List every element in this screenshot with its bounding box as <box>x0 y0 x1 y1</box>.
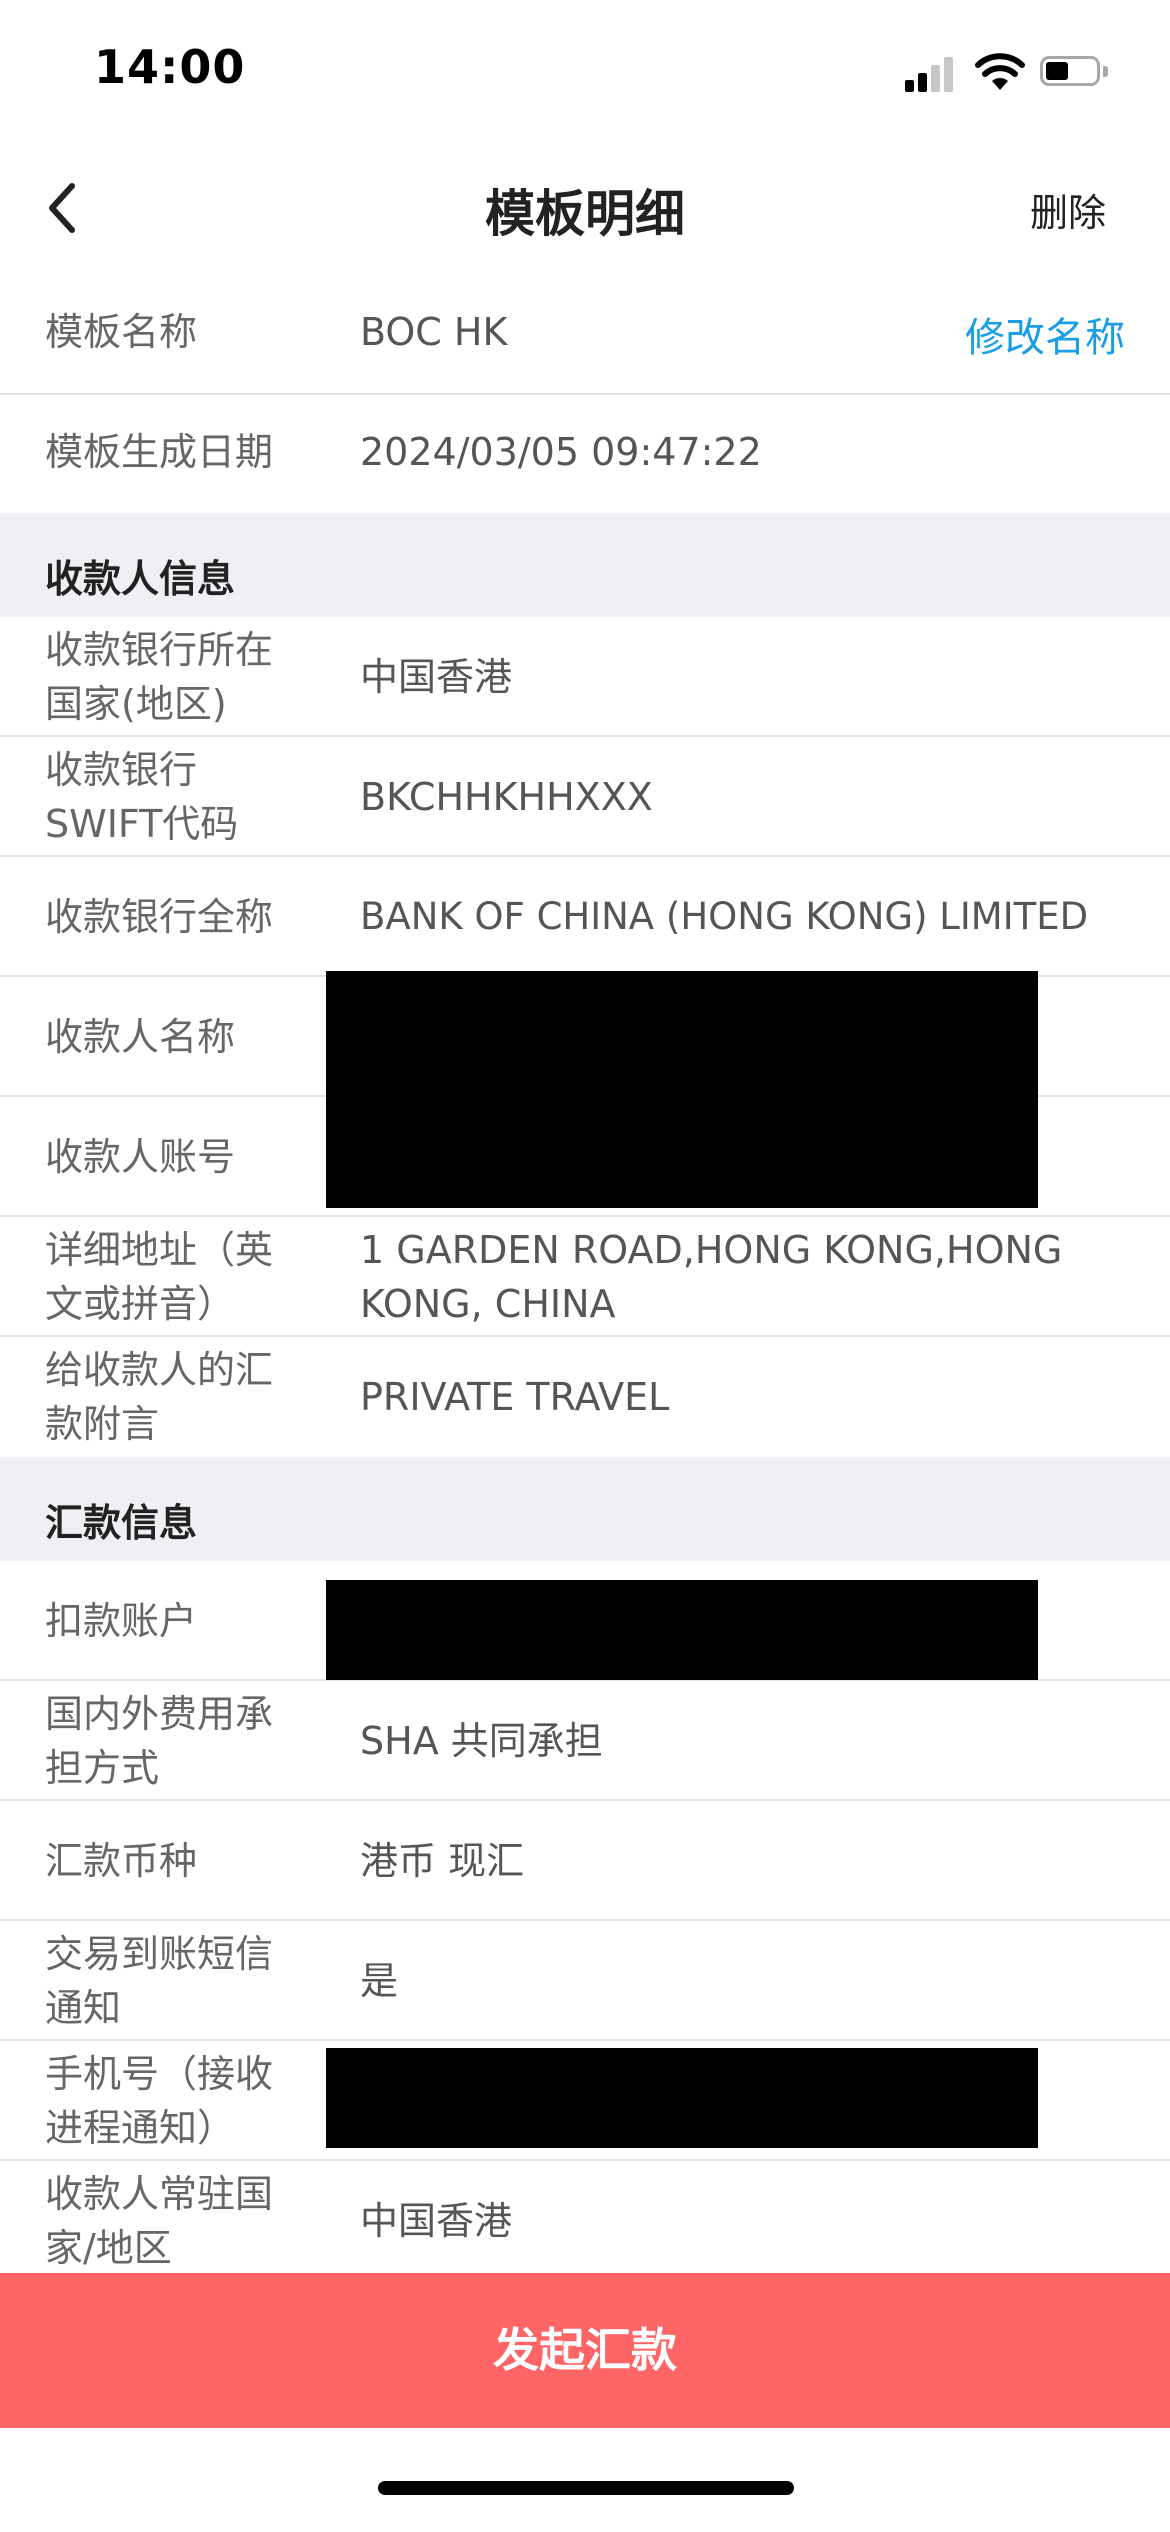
payee-bank-name-row: 收款银行全称 BANK OF CHINA (HONG KONG) LIMITED <box>0 857 1170 977</box>
row-value: BKCHHKHHXXX <box>360 775 653 819</box>
status-bar: 14:00 <box>0 0 1170 150</box>
payee-bank-country-row: 收款银行所在国家(地区) 中国香港 <box>0 617 1170 737</box>
rename-button[interactable]: 修改名称 <box>965 305 1125 363</box>
payee-address-row: 详细地址（英文或拼音） 1 GARDEN ROAD,HONG KONG,HONG… <box>0 1217 1170 1337</box>
remit-section-title: 汇款信息 <box>45 1501 198 1545</box>
row-value: PRIVATE TRAVEL <box>360 1375 670 1419</box>
template-name-row: 模板名称 BOC HK 修改名称 <box>0 275 1170 395</box>
wifi-icon <box>975 53 1025 90</box>
row-label: 收款人常驻国家/地区 <box>45 2172 274 2270</box>
nav-bar: 模板明细 删除 <box>0 150 1170 265</box>
row-value: 中国香港 <box>360 655 513 699</box>
template-name-label: 模板名称 <box>45 310 198 354</box>
row-label: 详细地址（英文或拼音） <box>45 1228 274 1326</box>
start-remittance-button[interactable]: 发起汇款 <box>0 2273 1170 2428</box>
redacted-block <box>326 971 1038 1208</box>
row-label: 汇款币种 <box>45 1839 198 1883</box>
row-value: 中国香港 <box>360 2199 513 2243</box>
row-label: 给收款人的汇款附言 <box>45 1348 274 1446</box>
row-label: 国内外费用承担方式 <box>45 1692 274 1790</box>
status-time: 14:00 <box>94 40 246 94</box>
row-label: 收款银行所在国家(地区) <box>45 628 274 726</box>
payee-residence-row: 收款人常驻国家/地区 中国香港 <box>0 2161 1170 2281</box>
row-label: 收款银行SWIFT代码 <box>45 748 239 846</box>
template-date-row: 模板生成日期 2024/03/05 09:47:22 <box>0 395 1170 513</box>
row-label: 交易到账短信通知 <box>45 1932 274 2030</box>
sms-notice-row: 交易到账短信通知 是 <box>0 1921 1170 2041</box>
redacted-block <box>326 2048 1038 2148</box>
fee-bearer-row: 国内外费用承担方式 SHA 共同承担 <box>0 1681 1170 1801</box>
template-name-value: BOC HK <box>360 310 508 354</box>
delete-button[interactable]: 删除 <box>1030 182 1106 237</box>
row-label: 收款银行全称 <box>45 895 274 939</box>
row-label: 手机号（接收进程通知） <box>45 2052 274 2150</box>
row-label: 收款人名称 <box>45 1015 236 1059</box>
payee-section-title: 收款人信息 <box>45 557 236 601</box>
row-value: 是 <box>360 1959 399 2003</box>
template-date-value: 2024/03/05 09:47:22 <box>360 430 762 474</box>
home-indicator[interactable] <box>378 2481 794 2495</box>
cellular-signal-icon <box>905 56 957 92</box>
payee-section-header: 收款人信息 <box>0 513 1170 617</box>
remit-section-header: 汇款信息 <box>0 1457 1170 1561</box>
template-date-label: 模板生成日期 <box>45 430 274 474</box>
row-label: 收款人账号 <box>45 1135 236 1179</box>
row-value: SHA 共同承担 <box>360 1719 603 1763</box>
redacted-block <box>326 1580 1038 1680</box>
row-value: 1 GARDEN ROAD,HONG KONG,HONG KONG, CHINA <box>360 1228 1063 1326</box>
page-title: 模板明细 <box>485 185 685 243</box>
row-value: 港币 现汇 <box>360 1839 525 1883</box>
payee-swift-row: 收款银行SWIFT代码 BKCHHKHHXXX <box>0 737 1170 857</box>
row-value: BANK OF CHINA (HONG KONG) LIMITED <box>360 895 1089 938</box>
battery-icon <box>1040 56 1108 90</box>
row-label: 扣款账户 <box>45 1599 198 1643</box>
payee-message-row: 给收款人的汇款附言 PRIVATE TRAVEL <box>0 1337 1170 1457</box>
currency-row: 汇款币种 港币 现汇 <box>0 1801 1170 1921</box>
